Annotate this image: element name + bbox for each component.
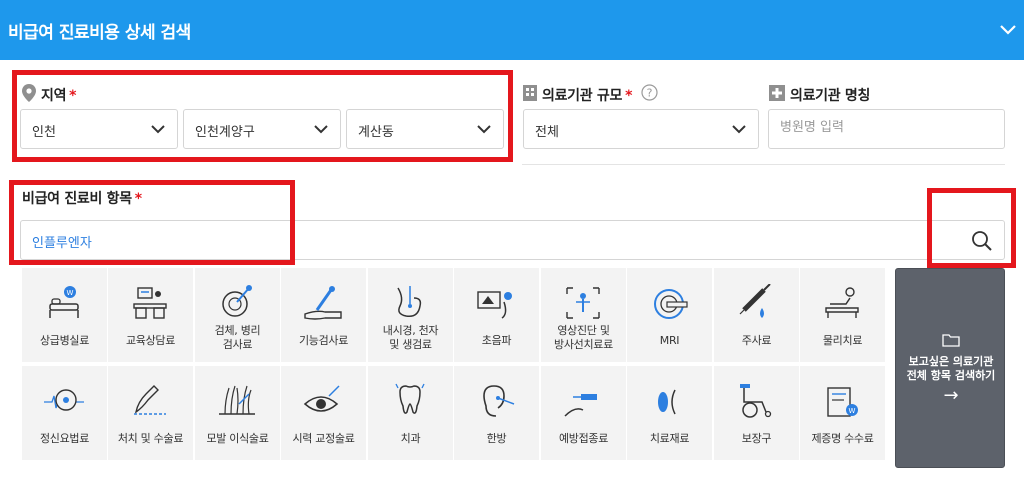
svg-text:W: W bbox=[849, 407, 856, 415]
tooth-icon bbox=[395, 383, 425, 414]
wheelchair-icon bbox=[740, 384, 772, 418]
eye-laser-icon bbox=[303, 385, 340, 412]
endoscope-icon bbox=[397, 286, 422, 318]
physical-therapy-icon bbox=[825, 287, 859, 318]
category-label: 치료재료 bbox=[649, 432, 690, 445]
district-select[interactable]: 인천계양구 bbox=[183, 109, 341, 149]
section-header[interactable]: 비급여 진료비용 상세 검색 bbox=[0, 0, 1024, 60]
region-label: 지역 * bbox=[41, 88, 77, 104]
category-tile-counseling[interactable]: 교육상담료 bbox=[108, 268, 193, 362]
category-tile-mri[interactable]: MRI bbox=[627, 268, 712, 362]
category-label: 영상진단 및 방사선치료료 bbox=[554, 324, 613, 351]
category-label: 기능검사료 bbox=[298, 334, 349, 347]
category-label: 물리치료 bbox=[822, 334, 863, 347]
category-label: MRI bbox=[659, 334, 680, 347]
category-tile-vaccination[interactable]: 예방접종료 bbox=[541, 366, 626, 460]
chevron-down-icon bbox=[151, 125, 165, 134]
category-label: 시력 교정술료 bbox=[292, 432, 355, 445]
certificate-icon: W bbox=[827, 387, 858, 417]
category-tile-oriental-medicine[interactable]: 한방 bbox=[454, 366, 539, 460]
category-tile-surgery[interactable]: 처치 및 수술료 bbox=[108, 366, 193, 460]
category-tile-dental[interactable]: 치과 bbox=[368, 366, 453, 460]
category-tile-treatment-material[interactable]: 치료재료 bbox=[627, 366, 712, 460]
help-icon[interactable]: ? bbox=[641, 84, 658, 101]
category-tile-physical-therapy[interactable]: 물리치료 bbox=[800, 268, 885, 362]
hair-transplant-icon bbox=[219, 385, 255, 415]
item-search-value: 인플루엔자 bbox=[32, 236, 92, 251]
svg-text:?: ? bbox=[647, 87, 653, 100]
arm-test-icon bbox=[304, 286, 342, 320]
hospital-bed-icon: W bbox=[49, 286, 79, 318]
hospital-scale-label: 의료기관 규모 * bbox=[542, 88, 633, 104]
category-tile-certificate[interactable]: W 제증명 수수료 bbox=[800, 366, 885, 460]
chevron-down-icon bbox=[732, 125, 746, 134]
category-label: 보장구 bbox=[741, 432, 772, 445]
arrow-right-icon: → bbox=[943, 385, 959, 406]
item-search-field[interactable]: 인플루엔자 bbox=[20, 220, 1005, 260]
svg-text:W: W bbox=[67, 289, 74, 297]
item-label: 비급여 진료비 항목 * bbox=[22, 191, 142, 207]
search-icon[interactable] bbox=[971, 230, 993, 252]
hospital-cross-icon bbox=[769, 85, 785, 101]
chevron-down-icon bbox=[314, 125, 328, 134]
acupuncture-ear-icon bbox=[483, 385, 515, 417]
category-label: 내시경, 천자 및 생검료 bbox=[382, 324, 439, 351]
chevron-down-icon bbox=[477, 125, 491, 134]
hospital-name-input[interactable] bbox=[780, 120, 980, 135]
scalpel-icon bbox=[134, 385, 166, 415]
mri-icon bbox=[654, 289, 688, 319]
category-label: 처치 및 수술료 bbox=[117, 432, 184, 445]
category-tile-endoscopy[interactable]: 내시경, 천자 및 생검료 bbox=[368, 268, 453, 362]
hospital-scale-select[interactable]: 전체 bbox=[523, 109, 759, 149]
syringe-icon bbox=[739, 284, 771, 318]
lab-dish-icon bbox=[222, 285, 252, 317]
category-label: 초음파 bbox=[481, 334, 512, 347]
category-label: 주사료 bbox=[741, 334, 772, 347]
hospital-name-label: 의료기관 명칭 bbox=[790, 88, 871, 104]
xray-icon bbox=[566, 287, 600, 319]
dong-select[interactable]: 계산동 bbox=[346, 109, 504, 149]
vaccination-icon bbox=[564, 394, 597, 417]
ultrasound-icon bbox=[477, 291, 512, 319]
folder-icon bbox=[942, 334, 960, 347]
view-all-label: 보고싶은 의료기관 전체 항목 검색하기 bbox=[906, 355, 996, 382]
lens-material-icon bbox=[658, 389, 676, 415]
divider bbox=[522, 164, 1005, 165]
category-label: 검체, 병리 검사료 bbox=[214, 324, 261, 351]
category-label: 상급병실료 bbox=[39, 334, 90, 347]
category-tile-function-test[interactable]: 기능검사료 bbox=[281, 268, 366, 362]
location-pin-icon bbox=[22, 84, 36, 102]
category-label: 정신요법료 bbox=[39, 432, 90, 445]
category-label: 치과 bbox=[400, 432, 421, 445]
hospital-name-field[interactable] bbox=[768, 109, 1005, 149]
category-tile-psychotherapy[interactable]: 정신요법료 bbox=[22, 366, 107, 460]
category-label: 한방 bbox=[486, 432, 507, 445]
category-tile-imaging[interactable]: 영상진단 및 방사선치료료 bbox=[541, 268, 626, 362]
category-tile-ultrasound[interactable]: 초음파 bbox=[454, 268, 539, 362]
category-label: 제증명 수수료 bbox=[811, 432, 874, 445]
category-label: 교육상담료 bbox=[125, 334, 176, 347]
view-all-items-button[interactable]: 보고싶은 의료기관 전체 항목 검색하기 → bbox=[895, 268, 1005, 468]
building-icon bbox=[523, 85, 537, 101]
brain-wave-icon bbox=[44, 389, 84, 411]
section-title: 비급여 진료비용 상세 검색 bbox=[8, 23, 191, 43]
counseling-desk-icon bbox=[133, 287, 167, 319]
category-tile-injection[interactable]: 주사료 bbox=[714, 268, 799, 362]
category-tile-lab-test[interactable]: 검체, 병리 검사료 bbox=[195, 268, 280, 362]
category-label: 예방접종료 bbox=[558, 432, 609, 445]
category-tile-assistive-device[interactable]: 보장구 bbox=[714, 366, 799, 460]
category-label: 모발 이식술료 bbox=[206, 432, 269, 445]
category-tile-hair-transplant[interactable]: 모발 이식술료 bbox=[195, 366, 280, 460]
city-select[interactable]: 인천 bbox=[20, 109, 178, 149]
category-tile-vision-correction[interactable]: 시력 교정술료 bbox=[281, 366, 366, 460]
category-tile-hospital-room[interactable]: W 상급병실료 bbox=[22, 268, 107, 362]
chevron-down-icon[interactable] bbox=[998, 20, 1018, 40]
